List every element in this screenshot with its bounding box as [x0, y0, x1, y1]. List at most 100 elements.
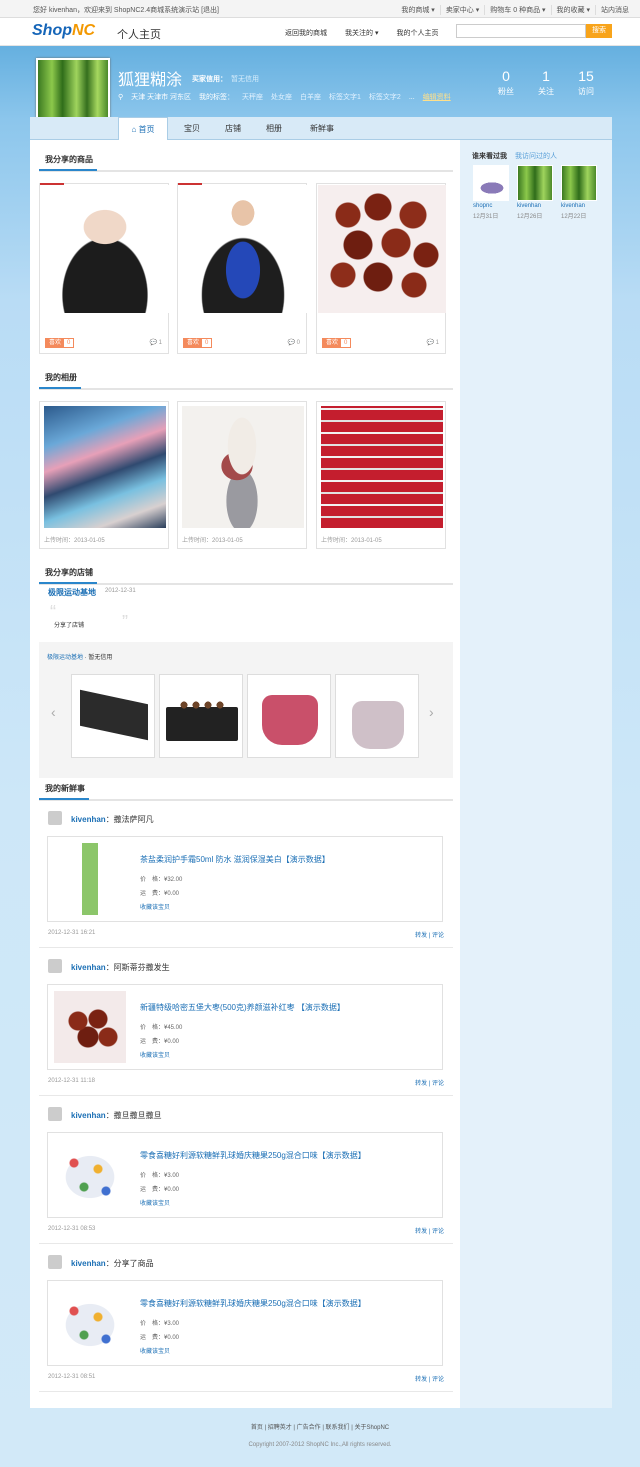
feed-goods-image[interactable] — [54, 1139, 126, 1211]
tab-albums[interactable]: 相册 — [255, 117, 293, 140]
favorite-goods-link[interactable]: 收藏该宝贝 — [140, 1346, 170, 1355]
tag-item[interactable]: 标签文字2 — [369, 92, 401, 102]
author-link[interactable]: kivenhan — [71, 815, 106, 824]
tag-item[interactable]: 处女座 — [271, 92, 292, 102]
feed-goods-title[interactable]: 茶盐柔润护手霜50ml 防水 滋润保湿美白【演示数据】 — [140, 854, 330, 865]
prev-arrow-icon[interactable]: ‹ — [51, 704, 56, 720]
store-showcase: 极限运动基地 · 暂无信用 ‹ › — [39, 642, 453, 778]
comment-count[interactable]: 💬 1 — [427, 339, 440, 346]
feed-goods-image[interactable] — [54, 843, 126, 915]
visitor-name[interactable]: shopnc — [473, 203, 511, 209]
feed-goods-image[interactable] — [54, 991, 126, 1063]
feed-goods-price: 价 格：¥3.00 — [140, 1173, 180, 1179]
store-product[interactable] — [159, 674, 243, 758]
top-link-cart[interactable]: 购物车 0 种商品 ▾ — [484, 5, 550, 15]
stat-fans[interactable]: 0 粉丝 — [486, 68, 526, 97]
feed-item: kivenhan：撒法萨阿凡 茶盐柔润护手霜50ml 防水 滋润保湿美白【演示数… — [39, 802, 453, 948]
visitor-item[interactable]: shopnc 12月31日 — [473, 165, 511, 220]
nav-following[interactable]: 我关注的 ▾ — [345, 28, 378, 38]
visitor-avatar[interactable] — [473, 165, 509, 201]
visitor-avatar[interactable] — [517, 165, 553, 201]
store-box-name[interactable]: 极限运动基地 — [47, 655, 83, 661]
nav-back-mall[interactable]: 返回我的商城 — [285, 28, 327, 38]
album-item[interactable]: 上传时间：2013-01-05 — [39, 401, 169, 549]
feed-actions[interactable]: 转发 | 评论 — [415, 930, 444, 939]
user-avatar[interactable] — [48, 1107, 62, 1121]
feed-goods-shipping: 运 费：¥0.00 — [140, 891, 180, 897]
tag-item[interactable]: 白羊座 — [300, 92, 321, 102]
like-button[interactable]: 喜欢 0 — [183, 338, 213, 348]
goods-image[interactable] — [318, 185, 446, 313]
author-link[interactable]: kivenhan — [71, 1111, 106, 1120]
album-item[interactable]: 上传时间：2013-01-05 — [177, 401, 307, 549]
logo[interactable]: ShopNC — [32, 22, 95, 40]
user-avatar[interactable] — [48, 959, 62, 973]
like-button[interactable]: 喜欢 0 — [322, 338, 352, 348]
top-link-my-mall[interactable]: 我的商城 ▾ — [396, 5, 439, 15]
logout-link[interactable]: [退出] — [201, 7, 219, 14]
feed-item: kivenhan：撒旦撒旦撒旦 零食喜糖好利源软糖鲜乳球婚庆糖果250g混合口味… — [39, 1098, 453, 1244]
search-button[interactable]: 搜索 — [586, 24, 612, 38]
feed-actions[interactable]: 转发 | 评论 — [415, 1078, 444, 1087]
nav-my-home[interactable]: 我的个人主页 — [396, 28, 438, 38]
favorite-goods-link[interactable]: 收藏该宝贝 — [140, 1198, 170, 1207]
goods-image[interactable] — [179, 185, 307, 313]
favorite-goods-link[interactable]: 收藏该宝贝 — [140, 902, 170, 911]
store-product[interactable] — [247, 674, 331, 758]
tab-stores[interactable]: 店铺 — [214, 117, 252, 140]
goods-card[interactable]: 喜欢 0 💬 1 — [316, 183, 446, 354]
album-item[interactable]: 上传时间：2013-01-05 — [316, 401, 446, 549]
top-bar: 您好 kivenhan，欢迎来到 ShopNC2.4商城系统演示站 [退出] 我… — [0, 0, 640, 18]
top-link-seller[interactable]: 卖家中心 ▾ — [439, 5, 484, 15]
footer-links[interactable]: 首页 | 招聘英才 | 广告合作 | 联系我们 | 关于ShopNC — [0, 1422, 640, 1431]
tag-item[interactable]: 标签文字1 — [329, 92, 361, 102]
visitor-item[interactable]: kivenhan 12月22日 — [561, 165, 599, 220]
visitor-name[interactable]: kivenhan — [517, 203, 555, 209]
goods-image[interactable] — [41, 185, 169, 313]
favorite-goods-link[interactable]: 收藏该宝贝 — [140, 1050, 170, 1059]
tab-news[interactable]: 新鲜事 — [300, 117, 344, 140]
tab-home[interactable]: ⌂ 首页 — [118, 117, 168, 140]
user-avatar[interactable] — [48, 1255, 62, 1269]
visitor-avatar[interactable] — [561, 165, 597, 201]
feed-goods-title[interactable]: 新疆特级哈密五堡大枣(500克)养颜滋补红枣 【演示数据】 — [140, 1002, 345, 1013]
stat-visits[interactable]: 15 访问 — [566, 68, 606, 97]
album-image[interactable] — [182, 406, 304, 528]
user-avatar[interactable] — [48, 811, 62, 825]
visitor-date: 12月22日 — [561, 214, 587, 220]
feed-goods-price: 价 格：¥3.00 — [140, 1321, 180, 1327]
album-image[interactable] — [321, 406, 443, 528]
author-link[interactable]: kivenhan — [71, 1259, 106, 1268]
search-input[interactable] — [456, 24, 586, 38]
feed-goods-title[interactable]: 零食喜糖好利源软糖鲜乳球婚庆糖果250g混合口味【演示数据】 — [140, 1298, 366, 1309]
author-link[interactable]: kivenhan — [71, 963, 106, 972]
top-link-messages[interactable]: 站内消息 — [595, 5, 634, 15]
album-date: 上传时间：2013-01-05 — [321, 538, 382, 544]
comment-count[interactable]: 💬 0 — [288, 339, 301, 346]
top-link-favorites[interactable]: 我的收藏 ▾ — [550, 5, 595, 15]
stat-following[interactable]: 1 关注 — [526, 68, 566, 97]
feed-goods-image[interactable] — [54, 1287, 126, 1359]
tab-visited[interactable]: 我访问过的人 — [515, 153, 557, 160]
store-product[interactable] — [335, 674, 419, 758]
tab-items[interactable]: 宝贝 — [173, 117, 211, 140]
section-title-news: 我的新鲜事 — [39, 783, 453, 801]
feed-goods-box: 茶盐柔润护手霜50ml 防水 滋润保湿美白【演示数据】 价 格：¥32.00 运… — [47, 836, 443, 922]
store-link[interactable]: 极限运动基地 — [48, 587, 96, 598]
feed-actions[interactable]: 转发 | 评论 — [415, 1374, 444, 1383]
goods-card[interactable]: 喜欢 0 💬 0 — [177, 183, 307, 354]
tag-item[interactable]: 天秤座 — [242, 92, 263, 102]
album-image[interactable] — [44, 406, 166, 528]
next-arrow-icon[interactable]: › — [429, 704, 434, 720]
visitor-item[interactable]: kivenhan 12月26日 — [517, 165, 555, 220]
comment-count[interactable]: 💬 1 — [150, 339, 163, 346]
tab-visitors[interactable]: 谁来看过我 — [472, 153, 507, 160]
header: ShopNC 个人主页 返回我的商城 我关注的 ▾ 我的个人主页 搜索 — [0, 18, 640, 46]
feed-goods-title[interactable]: 零食喜糖好利源软糖鲜乳球婚庆糖果250g混合口味【演示数据】 — [140, 1150, 366, 1161]
goods-card[interactable]: 喜欢 0 💬 1 — [39, 183, 169, 354]
store-product[interactable] — [71, 674, 155, 758]
visitor-name[interactable]: kivenhan — [561, 203, 599, 209]
feed-actions[interactable]: 转发 | 评论 — [415, 1226, 444, 1235]
like-button[interactable]: 喜欢 0 — [45, 338, 75, 348]
edit-profile-link[interactable]: 编辑资料 — [423, 92, 451, 102]
